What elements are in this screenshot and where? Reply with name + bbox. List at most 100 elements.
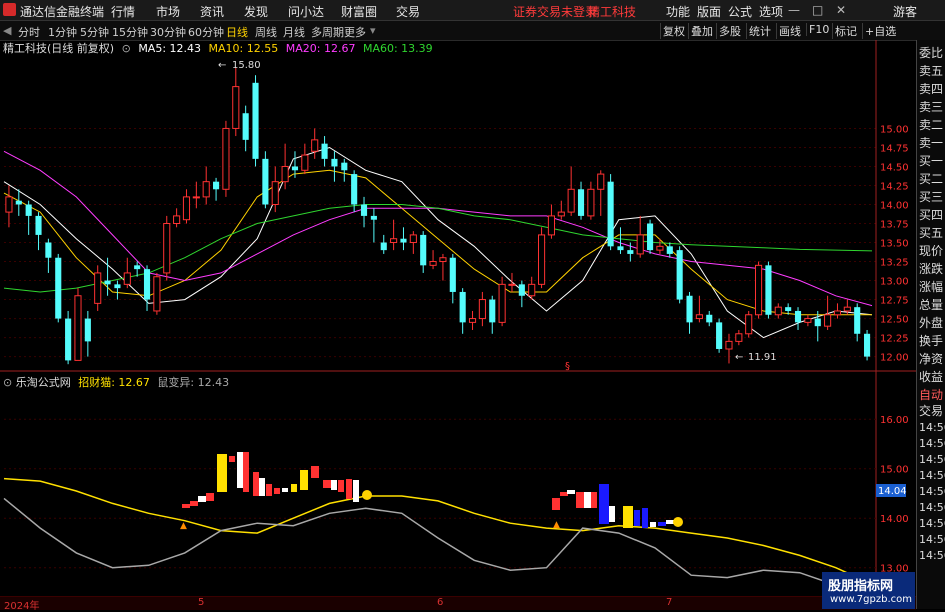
tick-time: 14:56 xyxy=(919,421,945,434)
candle-body-up xyxy=(833,310,842,316)
candle-body-down xyxy=(252,82,259,159)
indicator-signal-bars: ▲ ▲ xyxy=(180,452,674,531)
tick-time: 14:56 xyxy=(919,517,945,530)
quote-field-label: 买四 xyxy=(919,208,944,222)
price-tick-label: 14.75 xyxy=(880,143,909,154)
candle-body-up xyxy=(5,196,13,213)
price-tick-label: 12.25 xyxy=(880,334,909,345)
candle-body-down xyxy=(341,162,348,171)
indicator-settings-icon[interactable]: ⊙ xyxy=(3,376,12,389)
candle-body-down xyxy=(213,181,220,190)
date-label: 5 xyxy=(198,597,205,608)
candle-body-down xyxy=(607,181,614,247)
signal-bar xyxy=(353,480,359,502)
price-tick-label: 14.50 xyxy=(880,162,909,173)
signal-bar xyxy=(243,452,249,492)
candle-body-up xyxy=(804,318,812,323)
candle-body-down xyxy=(716,322,723,349)
quote-field-label: 现价 xyxy=(919,244,944,258)
price-tick-label: 13.50 xyxy=(880,239,909,250)
indicator-line1-label: 招财猫: 12.67 xyxy=(78,376,150,389)
candle-body-up xyxy=(538,234,546,285)
candle-body-down xyxy=(627,250,634,254)
candle-body-up xyxy=(843,306,851,312)
candle-body-up xyxy=(182,196,191,221)
quote-field-label: 卖二 xyxy=(919,118,944,132)
tick-time: 14:56 xyxy=(919,533,945,546)
quote-field-label: 净资 xyxy=(919,352,944,366)
candle-body-down xyxy=(65,318,72,361)
signal-bar xyxy=(182,504,190,508)
signal-bar xyxy=(623,506,633,528)
tick-time: 14:56 xyxy=(919,469,945,482)
candle-body-up xyxy=(390,238,398,244)
indicator-line-yellow xyxy=(3,477,873,585)
quote-field-label: 买五 xyxy=(919,226,944,240)
candle-body-up xyxy=(301,154,309,171)
trade-label[interactable]: 交易 xyxy=(919,402,943,419)
signal-bar xyxy=(576,492,584,508)
candle-body-down xyxy=(489,299,496,323)
candle-body-down xyxy=(25,204,32,216)
candle-body-down xyxy=(262,158,269,205)
quote-field-label: 涨幅 xyxy=(919,280,944,294)
auto-trade-label[interactable]: 自动 xyxy=(919,386,943,403)
candle-body-up xyxy=(281,165,289,183)
candle-body-up xyxy=(695,314,703,320)
candle-body-down xyxy=(785,307,792,311)
current-value: 14.04 xyxy=(878,486,907,497)
candle-body-up xyxy=(745,314,753,335)
candle-body-down xyxy=(134,265,141,270)
signal-bar xyxy=(650,522,656,527)
signal-bar xyxy=(300,470,308,490)
candle-body-down xyxy=(420,234,427,266)
candle-body-down xyxy=(400,238,407,243)
signal-bar xyxy=(338,480,344,492)
candle-body-up xyxy=(163,223,171,274)
signal-bar xyxy=(259,478,265,496)
candle-body-up xyxy=(222,127,230,190)
low-arrow-icon: ← xyxy=(735,352,743,363)
candle-body-down xyxy=(351,174,358,205)
kline-chart[interactable]: 15.00 14.75 14.50 14.25 14.00 13.75 13.50 13.25… xyxy=(0,0,916,596)
quote-field-label: 卖三 xyxy=(919,100,944,114)
signal-bar xyxy=(323,480,331,488)
smiley-signal-icon xyxy=(362,490,372,500)
indicator-lines xyxy=(3,477,873,596)
candle-body-up xyxy=(498,283,506,323)
candle-body-up xyxy=(567,188,575,213)
candle-body-down xyxy=(380,242,387,251)
indicator-line-gray xyxy=(3,497,873,596)
candle-body-down xyxy=(854,307,861,334)
price-tick-label: 13.75 xyxy=(880,220,909,231)
quote-field-label: 外盘 xyxy=(919,316,944,330)
section-marker: § xyxy=(565,361,570,372)
high-price-label: 15.80 xyxy=(232,60,261,71)
tick-time: 14:56 xyxy=(919,453,945,466)
candle-body-down xyxy=(794,310,802,323)
candle-body-up xyxy=(725,340,733,350)
candle-body-down xyxy=(370,215,377,220)
signal-bar xyxy=(206,493,214,501)
low-price-label: 11.91 xyxy=(748,352,777,363)
price-tick-label: 12.50 xyxy=(880,315,909,326)
date-label: 7 xyxy=(666,597,673,608)
date-label: 6 xyxy=(437,597,444,608)
candle-body-up xyxy=(123,272,131,285)
signal-bar xyxy=(552,498,560,510)
candle-body-down xyxy=(449,257,456,292)
tick-time: 14:56 xyxy=(919,501,945,514)
signal-arrow-icon: ▲ xyxy=(553,520,560,530)
candle-body-down xyxy=(35,215,42,235)
date-label: 2024年 xyxy=(4,601,40,612)
indicator-line2-label: 鼠变异: 12.43 xyxy=(157,376,230,389)
quote-field-label: 买二 xyxy=(919,172,944,186)
signal-bar xyxy=(609,506,615,522)
candle-body-up xyxy=(755,264,763,316)
signal-bar xyxy=(282,488,288,492)
indicator-grid xyxy=(4,418,876,569)
quote-field-label: 卖五 xyxy=(919,64,944,78)
candle-body-up xyxy=(774,306,782,316)
candle-body-up xyxy=(735,333,743,342)
price-tick-label: 12.75 xyxy=(880,296,909,307)
